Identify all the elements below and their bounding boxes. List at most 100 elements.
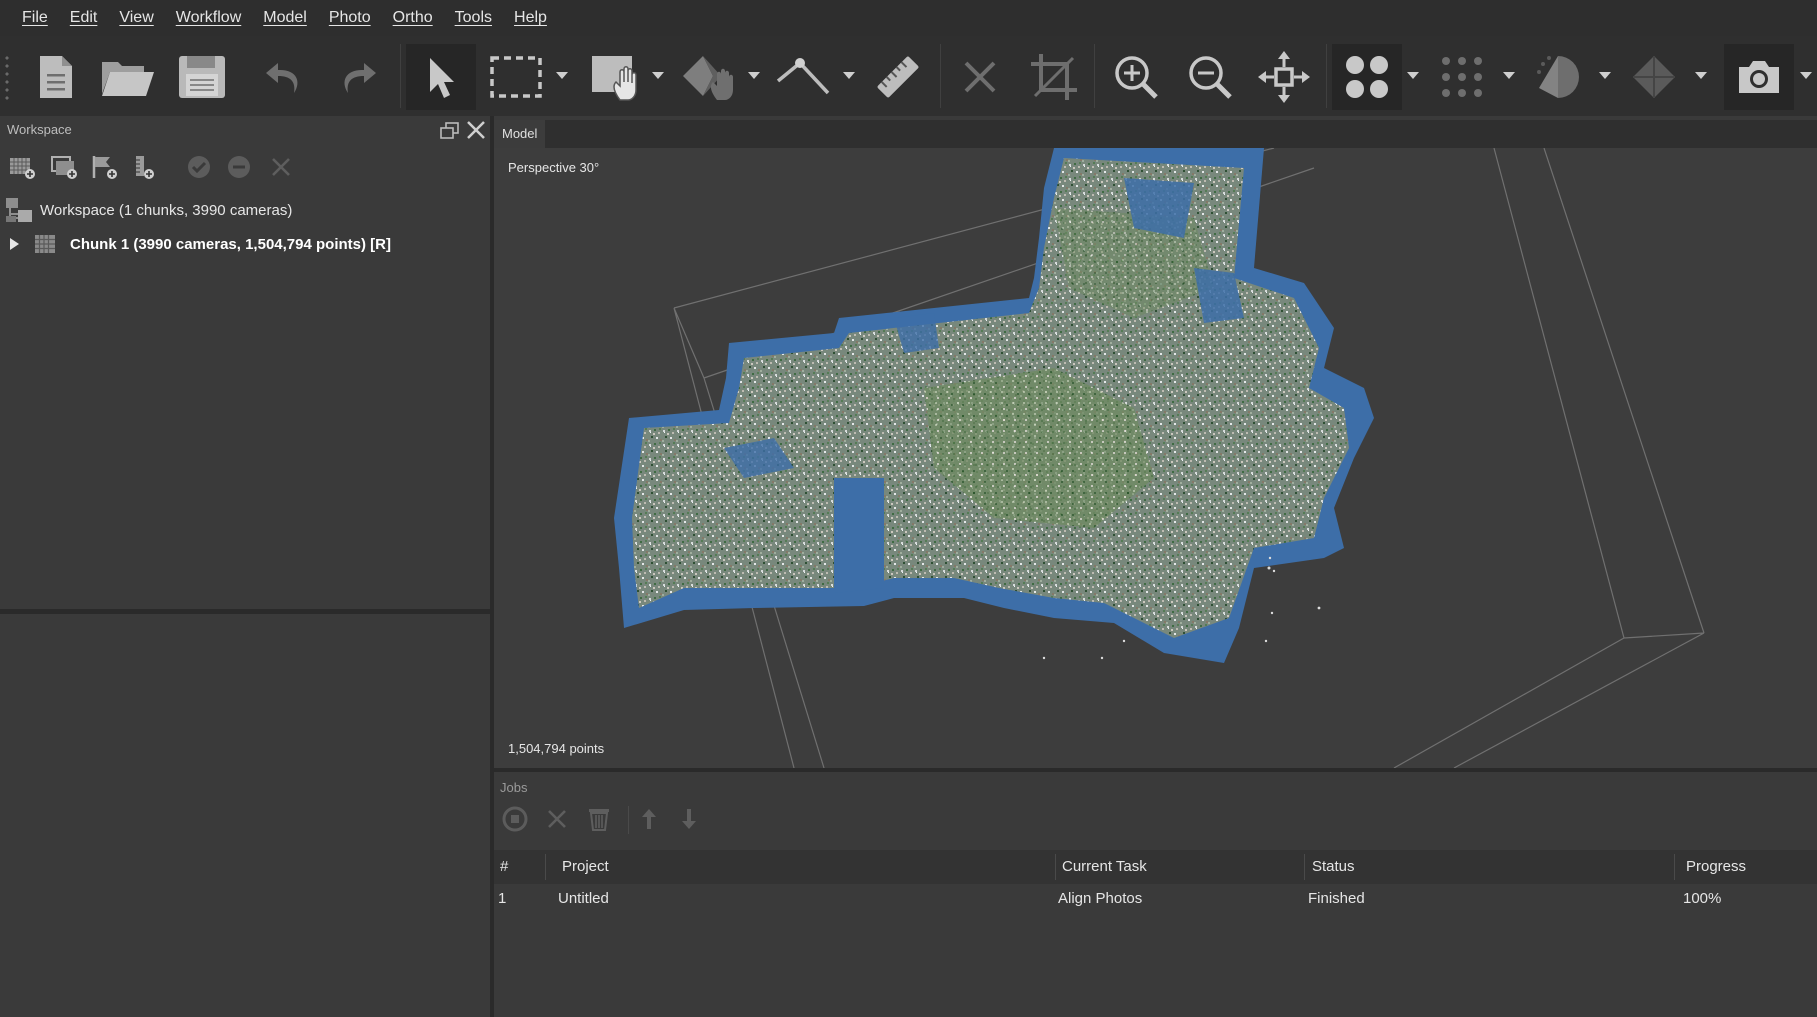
check-circle-icon: [188, 156, 210, 178]
empty-panel: [0, 614, 490, 1017]
new-document-button[interactable]: [28, 44, 84, 110]
shaded-model-button[interactable]: [1526, 44, 1590, 110]
jobs-panel: Jobs # Project Current Task Status Progr…: [494, 772, 1817, 1017]
add-marker-button[interactable]: [90, 154, 118, 183]
zoom-out-button[interactable]: [1178, 44, 1242, 110]
menu-bar: File Edit View Workflow Model Photo Orth…: [0, 0, 1817, 36]
tab-model[interactable]: Model: [494, 120, 546, 148]
column-progress[interactable]: Progress: [1686, 850, 1746, 884]
menu-photo[interactable]: Photo: [318, 0, 382, 36]
shaded-model-dropdown[interactable]: [1599, 72, 1611, 79]
add-photos-icon: [51, 156, 77, 179]
new-document-icon: [40, 56, 72, 98]
model-viewport[interactable]: Perspective 30° 1,504,794 points: [494, 148, 1817, 768]
tree-item-chunk-1[interactable]: Chunk 1 (3990 cameras, 1,504,794 points)…: [0, 228, 490, 260]
polygon-draw-dropdown[interactable]: [748, 72, 760, 79]
add-photos-button[interactable]: [50, 154, 78, 183]
trash-icon: [589, 809, 609, 831]
menu-tools[interactable]: Tools: [444, 0, 503, 36]
menu-help[interactable]: Help: [503, 0, 558, 36]
model-view-dropdown[interactable]: [1695, 72, 1707, 79]
delete-job-button[interactable]: [586, 806, 612, 835]
job-status: Finished: [1308, 890, 1365, 907]
cancel-icon: [548, 810, 566, 828]
undo-icon: [266, 63, 298, 93]
zoom-in-button[interactable]: [1104, 44, 1168, 110]
jobs-toolbar-separator: [628, 806, 629, 834]
workspace-toolbar: [0, 146, 490, 188]
ruler-button[interactable]: [866, 44, 930, 110]
model-tab-bar: Model: [494, 120, 1817, 148]
point-cloud-render: [614, 148, 1705, 768]
toolbar-grip[interactable]: [4, 54, 10, 100]
job-project: Untitled: [558, 890, 609, 907]
add-scalebar-button[interactable]: [130, 154, 156, 183]
chunk-icon: [35, 235, 55, 253]
enable-button[interactable]: [186, 154, 212, 183]
zoom-in-icon: [1115, 56, 1158, 99]
column-status[interactable]: Status: [1312, 850, 1355, 884]
stop-circle-icon: [502, 806, 528, 832]
menu-workflow[interactable]: Workflow: [165, 0, 253, 36]
rectangle-selection-dropdown[interactable]: [556, 72, 568, 79]
sparse-cloud-dropdown[interactable]: [1503, 72, 1515, 79]
undock-button[interactable]: [440, 122, 460, 143]
polygon-draw-button[interactable]: [676, 44, 746, 110]
redo-icon: [344, 63, 376, 93]
move-job-up-button[interactable]: [638, 806, 660, 835]
undo-button[interactable]: [256, 44, 312, 110]
save-button[interactable]: [172, 44, 232, 110]
open-button[interactable]: [98, 44, 158, 110]
delete-selection-button[interactable]: [950, 44, 1010, 110]
capture-view-dropdown[interactable]: [1800, 72, 1812, 79]
draw-point-line-dropdown[interactable]: [843, 72, 855, 79]
disable-button[interactable]: [226, 154, 252, 183]
point-line-icon: [776, 58, 830, 95]
sparse-cloud-button[interactable]: [1430, 44, 1494, 110]
close-panel-button[interactable]: [465, 119, 487, 144]
menu-edit[interactable]: Edit: [59, 0, 109, 36]
chunk-tree-label: Chunk 1 (3990 cameras, 1,504,794 points)…: [70, 235, 391, 253]
expand-arrow-icon[interactable]: [8, 236, 22, 252]
ruler-icon: [877, 56, 919, 98]
menu-view[interactable]: View: [108, 0, 164, 36]
column-current-task[interactable]: Current Task: [1062, 850, 1147, 884]
arrow-down-icon: [682, 809, 696, 829]
pause-job-button[interactable]: [502, 806, 528, 835]
reset-view-button[interactable]: [1252, 44, 1316, 110]
tree-item-workspace[interactable]: Workspace (1 chunks, 3990 cameras): [0, 194, 490, 226]
navigation-button[interactable]: [584, 44, 648, 110]
point-cloud-view-dropdown[interactable]: [1407, 72, 1419, 79]
camera-icon: [1739, 61, 1779, 93]
arrow-up-icon: [642, 809, 656, 829]
add-marker-icon: [92, 156, 117, 179]
model-view-button[interactable]: [1622, 44, 1686, 110]
column-project[interactable]: Project: [562, 850, 609, 884]
cancel-job-button[interactable]: [544, 806, 570, 835]
remove-item-button[interactable]: [268, 154, 294, 183]
close-icon: [467, 121, 485, 139]
float-window-icon: [440, 122, 459, 139]
polygon-draw-icon: [683, 56, 733, 100]
draw-point-line-button[interactable]: [768, 44, 838, 110]
navigation-dropdown[interactable]: [652, 72, 664, 79]
select-tool-button[interactable]: [406, 44, 476, 110]
add-chunk-button[interactable]: [8, 154, 36, 183]
menu-file[interactable]: File: [11, 0, 59, 36]
menu-ortho[interactable]: Ortho: [382, 0, 444, 36]
capture-view-button[interactable]: [1724, 44, 1794, 110]
model-view-icon: [1633, 56, 1675, 98]
crop-selection-button[interactable]: [1024, 44, 1084, 110]
column-number[interactable]: #: [500, 850, 508, 884]
open-folder-icon: [102, 62, 154, 96]
redo-button[interactable]: [330, 44, 386, 110]
jobs-table-header: # Project Current Task Status Progress: [494, 850, 1817, 884]
point-cloud-view-button[interactable]: [1332, 44, 1402, 110]
workspace-tree-label: Workspace (1 chunks, 3990 cameras): [40, 201, 293, 219]
table-row[interactable]: 1 Untitled Align Photos Finished 100%: [494, 884, 1817, 914]
add-scalebar-icon: [136, 156, 154, 179]
job-number: 1: [498, 890, 507, 907]
menu-model[interactable]: Model: [252, 0, 318, 36]
move-job-down-button[interactable]: [678, 806, 700, 835]
rectangle-selection-button[interactable]: [484, 44, 548, 110]
